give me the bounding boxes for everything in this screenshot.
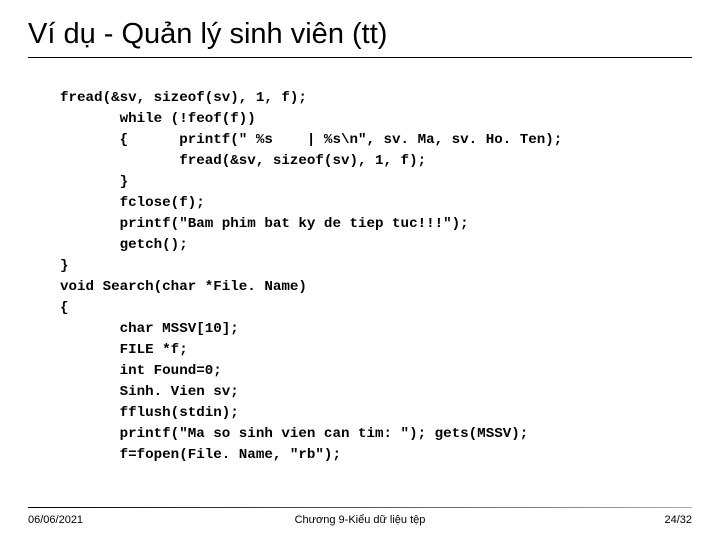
footer-page-number: 24/32 — [664, 514, 692, 526]
footer-chapter: Chương 9-Kiểu dữ liệu tệp — [295, 514, 426, 526]
slide: Ví dụ - Quản lý sinh viên (tt) fread(&sv… — [0, 0, 720, 540]
code-block: fread(&sv, sizeof(sv), 1, f); while (!fe… — [28, 88, 692, 466]
page-title: Ví dụ - Quản lý sinh viên (tt) — [28, 18, 692, 58]
footer: 06/06/2021 Chương 9-Kiểu dữ liệu tệp 24/… — [0, 514, 720, 526]
footer-rule — [28, 507, 692, 508]
footer-date: 06/06/2021 — [28, 514, 83, 526]
